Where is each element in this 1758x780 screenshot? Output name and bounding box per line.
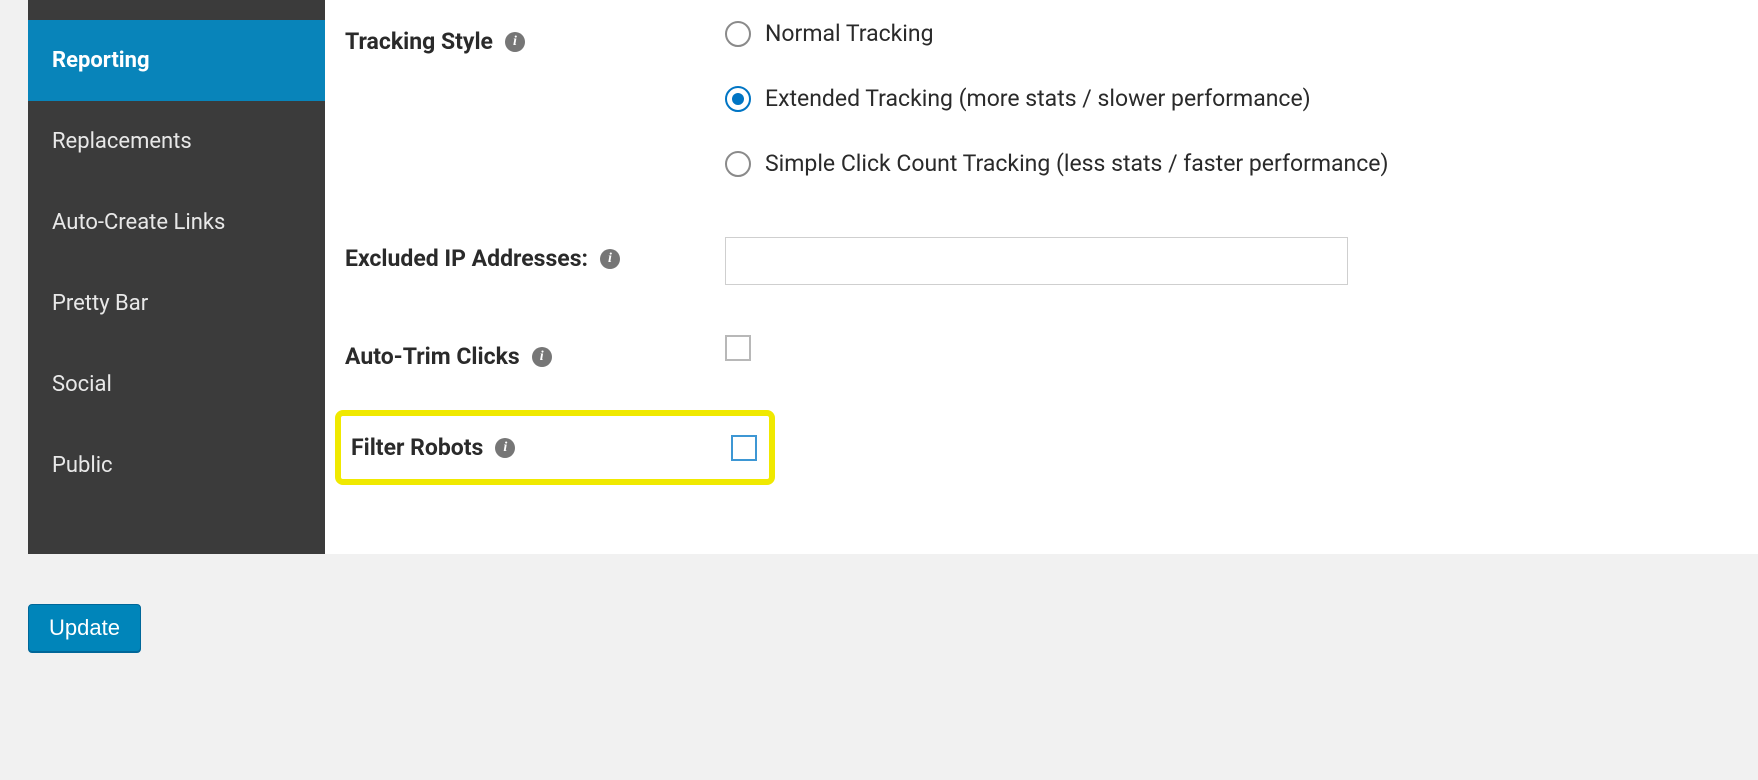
update-button[interactable]: Update (28, 604, 141, 652)
radio-label: Normal Tracking (765, 20, 934, 47)
tracking-style-row: Tracking Style i Normal Tracking Extende… (345, 20, 1758, 177)
filter-robots-label: Filter Robots i (341, 434, 731, 461)
sidebar-item-pretty-bar[interactable]: Pretty Bar (28, 263, 325, 344)
auto-trim-checkbox[interactable] (725, 335, 751, 361)
sidebar-spacer (28, 0, 325, 20)
sidebar-item-social[interactable]: Social (28, 344, 325, 425)
footer: Update (0, 554, 1758, 652)
radio-circle (725, 151, 751, 177)
sidebar-item-auto-create-links[interactable]: Auto-Create Links (28, 182, 325, 263)
radio-normal-tracking[interactable]: Normal Tracking (725, 20, 1389, 47)
excluded-ips-label: Excluded IP Addresses: i (345, 237, 725, 272)
filter-robots-highlight: Filter Robots i (335, 410, 775, 485)
sidebar-item-public[interactable]: Public (28, 425, 325, 506)
filter-robots-checkbox[interactable] (731, 435, 757, 461)
auto-trim-label: Auto-Trim Clicks i (345, 335, 725, 370)
excluded-ips-label-text: Excluded IP Addresses: (345, 245, 588, 272)
radio-label: Extended Tracking (more stats / slower p… (765, 85, 1311, 112)
radio-circle (725, 86, 751, 112)
tracking-style-radio-group: Normal Tracking Extended Tracking (more … (725, 20, 1389, 177)
radio-circle (725, 21, 751, 47)
info-icon[interactable]: i (505, 32, 525, 52)
radio-simple-tracking[interactable]: Simple Click Count Tracking (less stats … (725, 150, 1389, 177)
excluded-ips-input[interactable] (725, 237, 1348, 285)
settings-sidebar: Reporting Replacements Auto-Create Links… (28, 0, 325, 554)
auto-trim-label-text: Auto-Trim Clicks (345, 343, 520, 370)
excluded-ips-row: Excluded IP Addresses: i (345, 237, 1758, 285)
settings-content: Tracking Style i Normal Tracking Extende… (325, 0, 1758, 554)
tracking-style-label: Tracking Style i (345, 20, 725, 55)
auto-trim-row: Auto-Trim Clicks i (345, 335, 1758, 370)
radio-label: Simple Click Count Tracking (less stats … (765, 150, 1389, 177)
info-icon[interactable]: i (600, 249, 620, 269)
sidebar-item-reporting[interactable]: Reporting (28, 20, 325, 101)
radio-dot (732, 93, 744, 105)
info-icon[interactable]: i (495, 438, 515, 458)
info-icon[interactable]: i (532, 347, 552, 367)
filter-robots-label-text: Filter Robots (351, 434, 483, 461)
radio-extended-tracking[interactable]: Extended Tracking (more stats / slower p… (725, 85, 1389, 112)
tracking-style-label-text: Tracking Style (345, 28, 493, 55)
sidebar-item-replacements[interactable]: Replacements (28, 101, 325, 182)
